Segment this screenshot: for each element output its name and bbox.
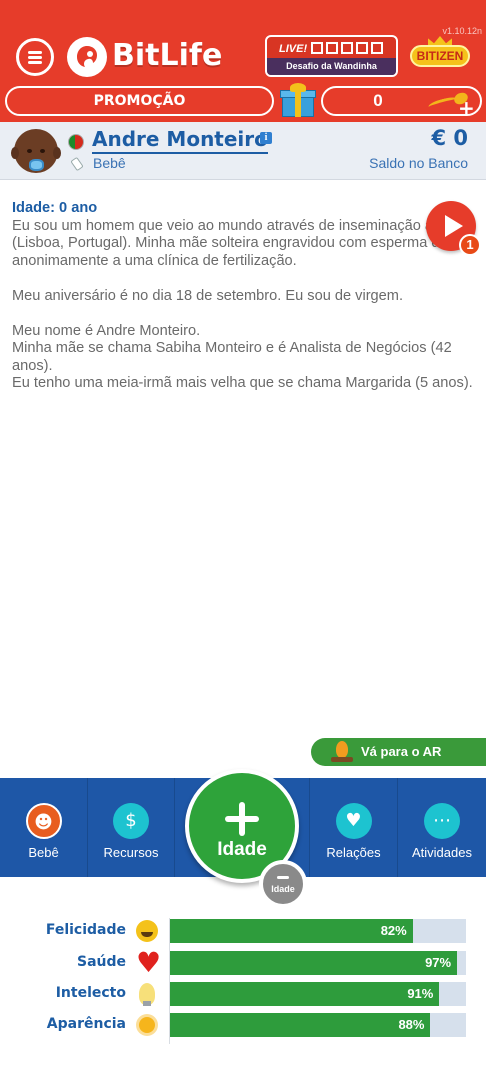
live-label: LIVE! <box>279 43 308 55</box>
baby-bottle-icon <box>70 156 84 172</box>
top-header: v1.10.12n BitLife LIVE! Desafio da Wandi… <box>0 0 486 122</box>
stat-happiness: Felicidade 82% <box>0 919 486 945</box>
bank-balance: € 0 <box>431 126 468 150</box>
challenge-name: Desafio da Wandinha <box>267 58 396 75</box>
stat-value: 88% <box>398 1017 425 1032</box>
nav-label: Relações <box>326 845 381 860</box>
stat-fill: 82% <box>170 919 413 943</box>
sun-icon <box>139 1017 155 1033</box>
story-paragraph: Meu nome é Andre Monteiro. <box>12 322 201 339</box>
sperm-add-icon[interactable]: + <box>424 90 476 118</box>
avatar[interactable] <box>11 129 61 173</box>
promo-button[interactable]: PROMOÇÃO <box>5 86 274 116</box>
menu-button[interactable] <box>16 38 54 76</box>
play-icon <box>445 215 463 237</box>
nav-label: Recursos <box>103 845 159 860</box>
story-paragraph: Eu sou um homem que veio ao mundo atravé… <box>12 217 475 269</box>
stat-fill: 88% <box>170 1013 431 1037</box>
app-version: v1.10.12n <box>442 26 482 36</box>
life-story: Idade: 0 ano Eu sou um homem que veio ao… <box>12 200 477 393</box>
bitizen-label: BITIZEN <box>410 45 470 67</box>
challenge-progress-slots <box>311 42 383 54</box>
nav-label: Bebê <box>28 845 59 860</box>
age-down-label: Idade <box>271 884 295 894</box>
stat-value: 91% <box>407 986 434 1001</box>
lightbulb-icon <box>139 983 155 1006</box>
stat-label: Intelecto <box>55 985 126 1001</box>
story-paragraph: Eu tenho uma meia-irmã mais velha que se… <box>12 375 473 391</box>
smile-emoji-icon <box>136 920 158 942</box>
bitizen-button[interactable]: BITIZEN <box>410 36 470 76</box>
nav-label: Atividades <box>412 845 472 860</box>
money-bag-icon: $ <box>113 803 149 839</box>
stat-fill: 91% <box>170 982 440 1006</box>
dots-icon: ⋯ <box>424 803 460 839</box>
stat-intellect: Intelecto 91% <box>0 982 486 1008</box>
stat-label: Saúde <box>76 954 126 970</box>
campfire-icon <box>330 740 354 764</box>
live-challenge-button[interactable]: LIVE! Desafio da Wandinha <box>265 35 398 77</box>
heart-icon <box>136 946 161 979</box>
stat-label: Felicidade <box>45 922 126 938</box>
stat-looks: Aparência 88% <box>0 1013 486 1039</box>
stat-health: Saúde 97% <box>0 946 486 979</box>
stat-value: 82% <box>380 923 407 938</box>
stat-label: Aparência <box>46 1016 126 1032</box>
gift-icon[interactable] <box>280 83 316 119</box>
stat-value: 97% <box>425 955 452 970</box>
stats-panel: Felicidade 82% Saúde 97% Intelecto 91% A… <box>0 910 486 1050</box>
life-stage: Bebê <box>93 155 126 171</box>
stat-bar: 88% <box>170 1013 466 1037</box>
currency-value: 0 <box>373 91 383 110</box>
minus-icon <box>277 876 289 879</box>
age-down-button[interactable]: Idade <box>259 860 307 908</box>
age-heading: Idade: 0 ano <box>12 200 98 216</box>
nav-item-resources[interactable]: $ Recursos <box>88 778 174 877</box>
nav-item-activities[interactable]: ⋯ Atividades <box>398 778 486 877</box>
story-paragraph: Minha mãe se chama Sabiha Monteiro e é A… <box>12 340 452 374</box>
portugal-flag-icon <box>68 134 84 150</box>
nav-item-baby[interactable]: ☻ Bebê <box>0 778 87 877</box>
app-logo-text: BitLife <box>112 38 223 73</box>
pacifier-icon <box>29 159 44 171</box>
bank-balance-label: Saldo no Banco <box>369 155 468 171</box>
info-icon[interactable]: i <box>260 132 272 144</box>
stat-bar: 82% <box>170 919 466 943</box>
stat-bar: 97% <box>170 951 466 975</box>
heart-icon: ♥ <box>335 803 372 839</box>
story-paragraph: Meu aniversário é no dia 18 de setembro.… <box>12 287 404 304</box>
stat-fill: 97% <box>170 951 458 975</box>
nav-item-relationships[interactable]: ♥ Relações <box>310 778 397 877</box>
age-up-label: Idade <box>217 839 267 860</box>
stat-bar: 91% <box>170 982 466 1006</box>
baby-icon: ☻ <box>25 803 62 839</box>
embryo-logo-icon <box>67 37 107 77</box>
video-count-badge: 1 <box>459 234 481 256</box>
character-name[interactable]: Andre Monteiro <box>92 126 268 154</box>
